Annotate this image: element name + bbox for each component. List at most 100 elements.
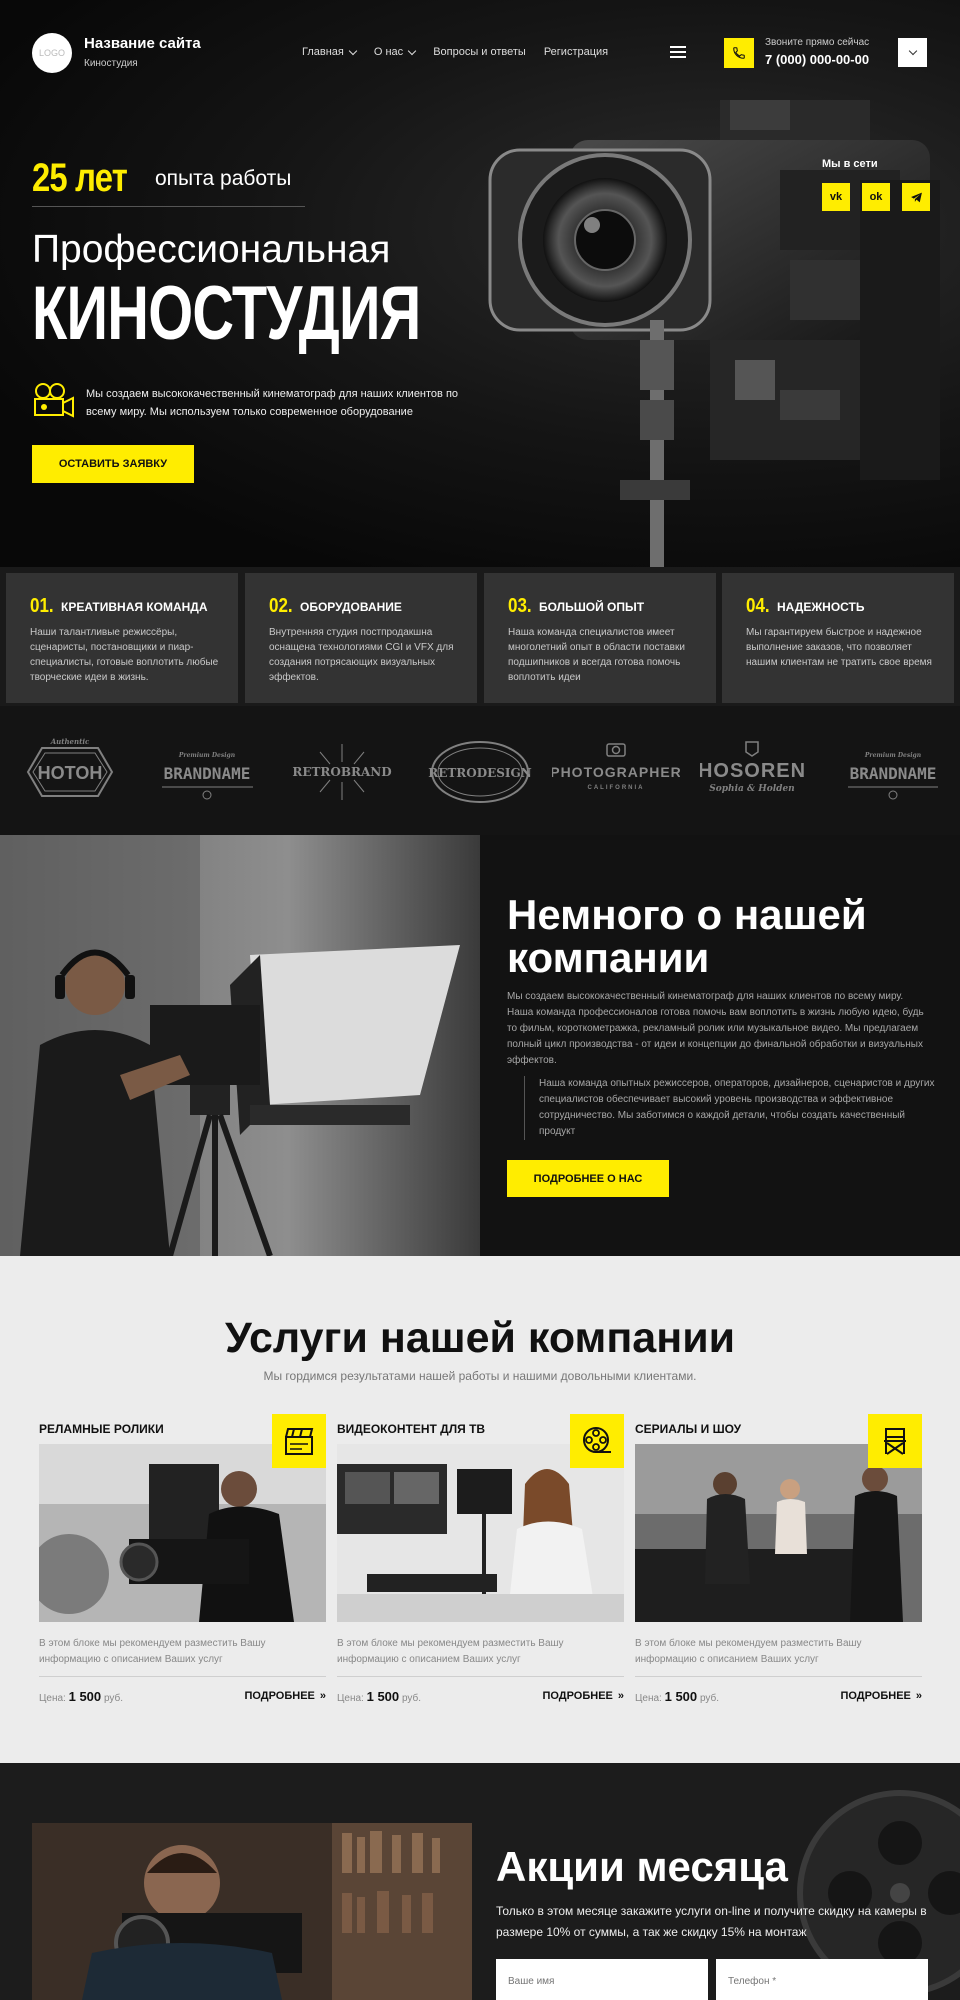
about-quote: Наша команда опытных режиссеров, операто… bbox=[524, 1076, 936, 1140]
nav-item-label: О нас bbox=[373, 46, 404, 58]
feature-number: 02. bbox=[269, 595, 293, 617]
svg-text:RETROBRAND: RETROBRAND bbox=[292, 765, 391, 779]
service-title: ВИДЕОКОНТЕНТ ДЛЯ ТВ bbox=[337, 1422, 486, 1436]
svg-text:CALIFORNIA: CALIFORNIA bbox=[588, 785, 645, 791]
service-description: В этом блоке мы рекомендуем разместить В… bbox=[635, 1638, 862, 1665]
phone-icon bbox=[733, 47, 745, 59]
hero-divider bbox=[32, 206, 305, 207]
nav-item-faq[interactable]: Вопросы и ответы bbox=[433, 46, 526, 58]
service-card[interactable]: СЕРИАЛЫ И ШОУ В этом блоке мы рекомендуе… bbox=[635, 1414, 922, 1724]
brand-logo: RETRODESIGN bbox=[425, 732, 535, 812]
phone-caption: Звоните прямо сейчас bbox=[765, 37, 870, 48]
phone-number[interactable]: 7 (000) 000-00-00 bbox=[765, 52, 869, 67]
years-text: опыта работы bbox=[155, 167, 292, 190]
site-logo[interactable]: LOGO bbox=[32, 33, 72, 73]
services-subtitle: Мы гордимся результатами нашей работы и … bbox=[263, 1369, 697, 1383]
services-title: Услуги нашей компании bbox=[224, 1314, 736, 1362]
feature-title: ОБОРУДОВАНИЕ bbox=[300, 600, 402, 614]
contacts-dropdown-button[interactable] bbox=[898, 38, 927, 67]
feature-title: НАДЕЖНОСТЬ bbox=[777, 600, 865, 614]
service-image[interactable] bbox=[29, 1444, 326, 1622]
feature-number: 03. bbox=[508, 595, 532, 617]
svg-text:HOTOH: HOTOH bbox=[38, 763, 103, 783]
phone-button[interactable] bbox=[724, 38, 754, 68]
svg-text:PHOTOGRAPHER: PHOTOGRAPHER bbox=[552, 764, 680, 780]
svg-text:Premium Design: Premium Design bbox=[178, 752, 235, 759]
chevron-down-icon bbox=[348, 46, 358, 55]
feature-title: БОЛЬШОЙ ОПЫТ bbox=[539, 600, 645, 614]
film-reel-icon bbox=[570, 1414, 624, 1468]
video-camera-icon bbox=[34, 383, 74, 418]
promo-section: Акции месяца Только в этом месяце закажи… bbox=[0, 1763, 960, 2000]
service-title: СЕРИАЛЫ И ШОУ bbox=[635, 1422, 742, 1436]
hero-camera-image bbox=[488, 100, 940, 567]
promo-title: Акции месяца bbox=[496, 1843, 788, 1890]
service-more-link[interactable]: ПОДРОБНЕЕ » bbox=[542, 1690, 624, 1702]
feature-number: 04. bbox=[746, 595, 770, 617]
director-chair-icon bbox=[868, 1414, 922, 1468]
nav-item-label: Главная bbox=[302, 46, 344, 58]
site-name: Название сайта bbox=[84, 35, 201, 52]
service-price: Цена: 1 500 руб. bbox=[337, 1689, 422, 1704]
features-section: 01. КРЕАТИВНАЯ КОМАНДА Наши талантливые … bbox=[0, 567, 960, 706]
svg-text:BRANDNAME: BRANDNAME bbox=[164, 764, 251, 783]
request-button[interactable]: ОСТАВИТЬ ЗАЯВКУ bbox=[32, 445, 194, 483]
nav-item-about[interactable]: О нас bbox=[373, 46, 417, 58]
svg-text:Premium Design: Premium Design bbox=[864, 752, 921, 759]
feature-card: 01. КРЕАТИВНАЯ КОМАНДА Наши талантливые … bbox=[6, 573, 238, 703]
odnoklassniki-icon[interactable]: ok bbox=[862, 183, 890, 211]
service-card[interactable]: РЕЛАМНЫЕ РОЛИКИ В этом блоке мы рекоменд… bbox=[29, 1414, 326, 1724]
feature-title: КРЕАТИВНАЯ КОМАНДА bbox=[61, 600, 208, 614]
svg-text:Sophia & Holden: Sophia & Holden bbox=[709, 784, 794, 794]
svg-text:BRANDNAME: BRANDNAME bbox=[850, 764, 937, 783]
social-links: vk ok bbox=[822, 183, 930, 211]
brands-section: Authentic HOTOH Premium Design BRANDNAME… bbox=[0, 706, 960, 835]
about-paragraph: Мы создаем высококачественный кинематогр… bbox=[507, 991, 924, 1066]
service-more-link[interactable]: ПОДРОБНЕЕ » bbox=[244, 1690, 326, 1702]
phone-input[interactable] bbox=[716, 1959, 928, 2000]
social-title: Мы в сети bbox=[822, 158, 878, 170]
vk-icon[interactable]: vk bbox=[822, 183, 850, 211]
hamburger-icon[interactable] bbox=[670, 46, 686, 58]
feature-card: 02. ОБОРУДОВАНИЕ Внутренняя студия постп… bbox=[245, 573, 477, 703]
promo-photo bbox=[32, 1823, 472, 2000]
feature-card: 04. НАДЕЖНОСТЬ Мы гарантируем быстрое и … bbox=[722, 573, 954, 703]
hero-title-line1: Профессиональная bbox=[32, 228, 391, 271]
divider bbox=[337, 1676, 624, 1677]
double-chevron-right-icon: » bbox=[915, 1690, 922, 1702]
brand-logo: PHOTOGRAPHER CALIFORNIA bbox=[552, 732, 680, 812]
telegram-glyph bbox=[910, 192, 922, 202]
service-description: В этом блоке мы рекомендуем разместить В… bbox=[337, 1638, 564, 1665]
clapperboard-icon bbox=[272, 1414, 326, 1468]
services-section: Услуги нашей компании Мы гордимся резуль… bbox=[0, 1256, 960, 1763]
about-more-button[interactable]: ПОДРОБНЕЕ О НАС bbox=[507, 1160, 669, 1197]
about-section: Немного о нашей компании Мы создаем высо… bbox=[0, 835, 960, 1256]
brand-logo: Premium Design BRANDNAME bbox=[838, 732, 948, 812]
site-subtitle: Киностудия bbox=[84, 58, 138, 69]
service-card[interactable]: ВИДЕОКОНТЕНТ ДЛЯ ТВ В этом блоке мы реко… bbox=[337, 1414, 624, 1724]
nav-item-register[interactable]: Регистрация bbox=[544, 46, 608, 58]
feature-number: 01. bbox=[30, 595, 54, 617]
svg-text:HOSOREN: HOSOREN bbox=[700, 760, 805, 782]
site-header: LOGO Название сайта Киностудия Главная О… bbox=[0, 0, 960, 105]
nav-item-home[interactable]: Главная bbox=[302, 46, 358, 58]
feature-card: 03. БОЛЬШОЙ ОПЫТ Наша команда специалист… bbox=[484, 573, 716, 703]
service-image[interactable] bbox=[635, 1444, 922, 1622]
brand-logo: RETROBRAND bbox=[290, 732, 395, 812]
telegram-icon[interactable] bbox=[902, 183, 930, 211]
service-price: Цена: 1 500 руб. bbox=[635, 1689, 720, 1704]
service-more-link[interactable]: ПОДРОБНЕЕ » bbox=[840, 1690, 922, 1702]
name-input[interactable] bbox=[496, 1959, 708, 2000]
service-image[interactable] bbox=[337, 1444, 624, 1622]
promo-text: Только в этом месяце закажите услуги on-… bbox=[496, 1904, 927, 1939]
brand-logo: Authentic HOTOH bbox=[20, 732, 120, 812]
feature-text: Внутренняя студия постпродакшна оснащена… bbox=[269, 627, 454, 683]
hero-title-line2: КИНОСТУДИЯ bbox=[32, 271, 421, 356]
about-title: Немного о нашей компании bbox=[507, 891, 867, 981]
about-photo bbox=[0, 835, 480, 1256]
double-chevron-right-icon: » bbox=[617, 1690, 624, 1702]
divider bbox=[635, 1676, 922, 1677]
chevron-down-icon bbox=[407, 46, 417, 55]
brand-logo: Premium Design BRANDNAME bbox=[150, 732, 265, 812]
nav-item-label: Вопросы и ответы bbox=[433, 46, 526, 58]
